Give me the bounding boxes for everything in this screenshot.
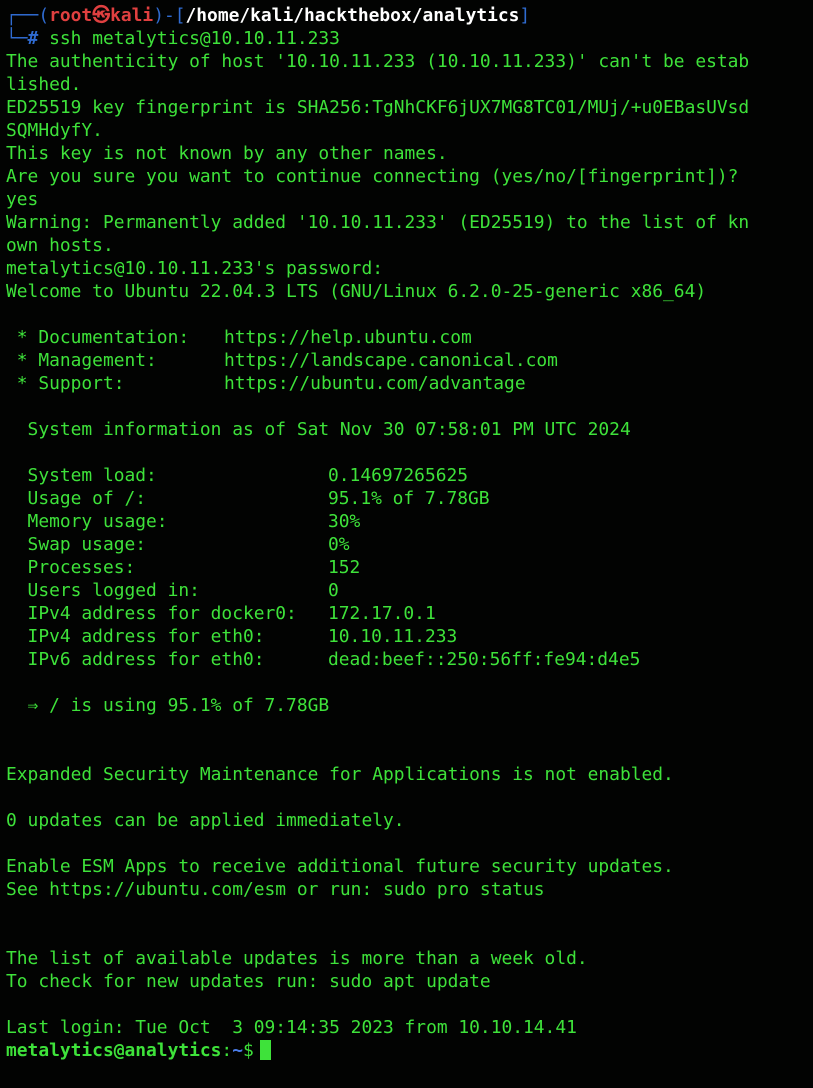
prompt-frame-close: ] <box>519 5 531 26</box>
prompt-user-host: metalytics@analytics <box>6 1040 222 1061</box>
sysinfo-row: Memory usage: 30% <box>6 510 807 533</box>
ssh-command: ssh metalytics@10.10.11.233 <box>49 28 340 49</box>
sysinfo-label: Processes: <box>6 557 136 578</box>
last-login-line: Last login: Tue Oct 3 09:14:35 2023 from… <box>6 1017 577 1038</box>
sysinfo-row: IPv6 address for eth0: dead:beef::250:56f… <box>6 648 807 671</box>
password-prompt-line: metalytics@10.10.11.233's password: <box>6 258 383 279</box>
sysinfo-label: IPv4 address for docker0: <box>6 603 297 624</box>
sysinfo-row: Usage of /: 95.1% of 7.78GB <box>6 487 807 510</box>
sysinfo-label: IPv6 address for eth0: <box>6 649 265 670</box>
sysinfo-label: Usage of /: <box>6 488 147 509</box>
link-url[interactable]: https://landscape.canonical.com <box>224 350 558 371</box>
sysinfo-row: System load: 0.14697265625 <box>6 464 807 487</box>
prompt-header-line: ┌──(root㉿kali)-[/home/kali/hackthebox/an… <box>6 4 807 27</box>
command-line: └─# ssh metalytics@10.10.11.233 <box>6 27 807 50</box>
disk-usage-warning: ⇒ / is using 95.1% of 7.78GB <box>6 695 330 716</box>
sysinfo-value: 10.10.11.233 <box>328 626 458 647</box>
sysinfo-value: 0% <box>328 534 350 555</box>
sysinfo-label: IPv4 address for eth0: <box>6 626 265 647</box>
output-line: Warning: Permanently added '10.10.11.233… <box>6 212 750 233</box>
sysinfo-label: Memory usage: <box>6 511 168 532</box>
sysinfo-label: System load: <box>6 465 157 486</box>
link-line-management: * Management: https://landscape.canonical… <box>6 349 807 372</box>
sysinfo-value: 172.17.0.1 <box>328 603 436 624</box>
welcome-banner-line: Welcome to Ubuntu 22.04.3 LTS (GNU/Linux… <box>6 281 707 302</box>
prompt-separator: : <box>221 1040 233 1061</box>
sysinfo-header: System information as of Sat Nov 30 07:5… <box>6 419 631 440</box>
output-line: lished. <box>6 74 82 95</box>
stale-updates-line: The list of available updates is more th… <box>6 948 588 969</box>
sysinfo-label: Users logged in: <box>6 580 200 601</box>
sysinfo-row: IPv4 address for eth0: 10.10.11.233 <box>6 625 807 648</box>
output-line: Are you sure you want to continue connec… <box>6 166 739 187</box>
output-line: own hosts. <box>6 235 114 256</box>
output-line: yes <box>6 189 39 210</box>
prompt-dollar: $ <box>242 1040 254 1061</box>
sysinfo-value: dead:beef::250:56ff:fe94:d4e5 <box>328 649 641 670</box>
prompt-host: kali <box>110 5 154 26</box>
sysinfo-value: 0.14697265625 <box>328 465 469 486</box>
sysinfo-row: Processes: 152 <box>6 556 807 579</box>
sysinfo-row: IPv4 address for docker0: 172.17.0.1 <box>6 602 807 625</box>
output-line: This key is not known by any other names… <box>6 143 448 164</box>
shell-prompt-line[interactable]: metalytics@analytics:~$ <box>6 1039 807 1062</box>
terminal-cursor[interactable] <box>259 1040 271 1060</box>
terminal-window[interactable]: ┌──(root㉿kali)-[/home/kali/hackthebox/an… <box>0 0 813 1088</box>
link-url[interactable]: https://help.ubuntu.com <box>224 327 472 348</box>
sysinfo-value: 95.1% of 7.78GB <box>328 488 490 509</box>
prompt-frame-open: ┌──( <box>6 5 50 26</box>
sysinfo-row: Users logged in: 0 <box>6 579 807 602</box>
prompt-user: root <box>49 5 93 26</box>
prompt-path: /home/kali/hackthebox/analytics <box>185 5 520 26</box>
link-label: * Documentation: <box>6 327 190 348</box>
updates-count-line: 0 updates can be applied immediately. <box>6 810 405 831</box>
link-line-documentation: * Documentation: https://help.ubuntu.com <box>6 326 807 349</box>
link-label: * Management: <box>6 350 157 371</box>
sysinfo-row: Swap usage: 0% <box>6 533 807 556</box>
output-line: ED25519 key fingerprint is SHA256:TgNhCK… <box>6 97 750 118</box>
root-prompt-hash: # <box>27 28 39 49</box>
output-line: The authenticity of host '10.10.11.233 (… <box>6 51 750 72</box>
stale-updates-line: To check for new updates run: sudo apt u… <box>6 971 491 992</box>
sysinfo-label: Swap usage: <box>6 534 147 555</box>
link-label: * Support: <box>6 373 125 394</box>
link-url[interactable]: https://ubuntu.com/advantage <box>224 373 526 394</box>
prompt-frame-bottom: └─ <box>6 28 28 49</box>
prompt-frame-mid: )-[ <box>153 5 186 26</box>
link-line-support: * Support: https://ubuntu.com/advantage <box>6 372 807 395</box>
esm-apps-line: Enable ESM Apps to receive additional fu… <box>6 856 674 877</box>
kali-skull-icon: ㉿ <box>92 5 111 26</box>
output-line: SQMHdyfY. <box>6 120 103 141</box>
sysinfo-value: 0 <box>328 580 339 601</box>
sysinfo-value: 30% <box>328 511 361 532</box>
esm-apps-line: See https://ubuntu.com/esm or run: sudo … <box>6 879 545 900</box>
prompt-home-path: ~ <box>232 1040 243 1061</box>
sysinfo-value: 152 <box>328 557 361 578</box>
esm-status-line: Expanded Security Maintenance for Applic… <box>6 764 674 785</box>
